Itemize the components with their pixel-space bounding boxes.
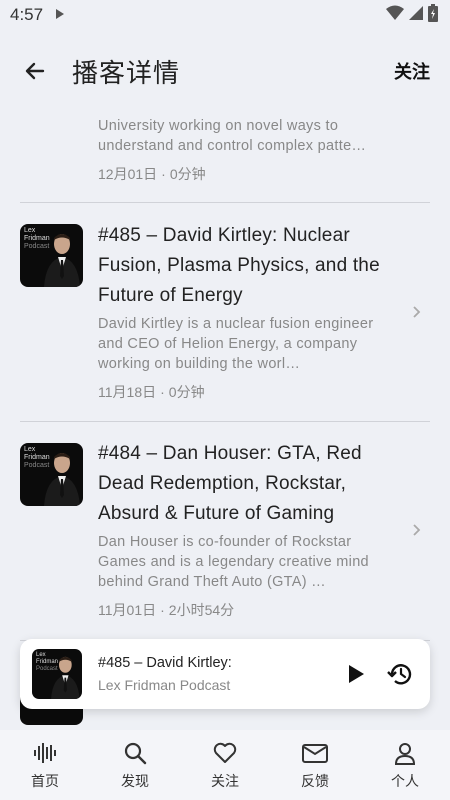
nav-item-following[interactable]: 关注: [190, 739, 260, 791]
nav-item-home[interactable]: 首页: [10, 739, 80, 791]
player-title: #485 – David Kirtley:: [98, 655, 232, 671]
follow-button[interactable]: 关注: [394, 58, 430, 84]
nav-label: 关注: [211, 773, 239, 789]
episode-title: #484 – Dan Houser: GTA, Red Dead Redempt…: [98, 443, 362, 524]
nav-label: 反馈: [301, 773, 329, 789]
episode-meta: 11月01日 · 2小时54分: [98, 600, 394, 620]
player-thumbnail: Lex Fridman Podcast: [32, 649, 82, 699]
episode-duration: 0分钟: [169, 166, 206, 182]
nav-label: 发现: [121, 773, 149, 789]
episode-item[interactable]: Lex Fridman Podcast #484 – Dan Houser: GTA…: [20, 439, 430, 620]
episode-date: 11月01日: [98, 602, 157, 618]
person-icon: [391, 739, 419, 767]
battery-icon: [428, 3, 438, 27]
episode-list[interactable]: University working on novel ways to unde…: [20, 102, 430, 730]
app-bar: 播客详情 关注: [0, 40, 450, 102]
episode-description: University working on novel ways to unde…: [98, 118, 367, 154]
status-bar: 4:57: [0, 0, 450, 30]
back-arrow-icon[interactable]: [20, 56, 50, 86]
nav-item-discover[interactable]: 发现: [100, 739, 170, 791]
episode-description: Dan Houser is co-founder of Rockstar Gam…: [98, 534, 369, 590]
meta-separator: ·: [160, 384, 165, 400]
player-subtitle: Lex Fridman Podcast: [98, 677, 231, 693]
chevron-right-icon: [413, 306, 421, 318]
nav-item-profile[interactable]: 个人: [370, 739, 440, 791]
episode-item[interactable]: Lex Fridman Podcast #485 – David Kirtley: …: [20, 221, 430, 402]
divider: [20, 421, 430, 422]
episode-date: 11月18日: [98, 384, 157, 400]
episode-duration: 2小时54分: [168, 602, 235, 618]
history-button[interactable]: [382, 656, 418, 692]
nav-item-feedback[interactable]: 反馈: [280, 739, 350, 791]
signal-icon: [408, 5, 424, 26]
waveform-icon: [31, 739, 59, 767]
bottom-nav: 首页 发现 关注 反馈 个人: [0, 730, 450, 800]
nav-label: 个人: [391, 773, 419, 789]
mini-player[interactable]: Lex Fridman Podcast #485 – David Kirtley: …: [20, 639, 430, 709]
play-icon: [349, 665, 364, 683]
mail-icon: [301, 739, 329, 767]
episode-description: David Kirtley is a nuclear fusion engine…: [98, 316, 374, 372]
chevron-right-icon: [413, 524, 421, 536]
nav-label: 首页: [31, 773, 59, 789]
wifi-icon: [386, 5, 404, 26]
episode-meta: 12月01日 · 0分钟: [98, 164, 394, 184]
heart-icon: [211, 739, 239, 767]
history-icon: [387, 664, 412, 685]
play-button[interactable]: [338, 656, 374, 692]
player-info[interactable]: #485 – David Kirtley: Lex Fridman Podcas…: [98, 655, 338, 693]
episode-meta: 11月18日 · 0分钟: [98, 382, 394, 402]
meta-separator: ·: [161, 166, 166, 182]
episode-thumbnail: Lex Fridman Podcast: [20, 224, 83, 287]
episode-title: #485 – David Kirtley: Nuclear Fusion, Pl…: [98, 225, 380, 306]
status-time: 4:57: [10, 5, 44, 24]
play-store-icon: [55, 5, 65, 25]
meta-separator: ·: [160, 602, 165, 618]
page-title: 播客详情: [72, 57, 181, 88]
search-icon: [121, 739, 149, 767]
episode-date: 12月01日: [98, 166, 158, 182]
episode-duration: 0分钟: [168, 384, 205, 400]
episode-item[interactable]: University working on novel ways to unde…: [20, 113, 430, 184]
episode-thumbnail: Lex Fridman Podcast: [20, 443, 83, 506]
divider: [20, 202, 430, 203]
